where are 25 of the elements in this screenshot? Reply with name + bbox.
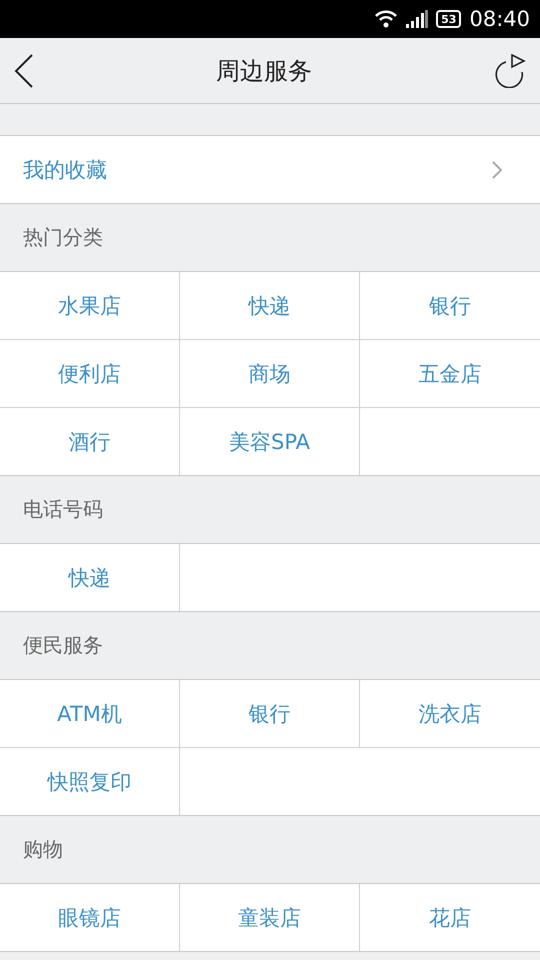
- signal-icon: [406, 10, 428, 28]
- category-item[interactable]: 快递: [180, 272, 360, 340]
- category-item[interactable]: 商场: [180, 340, 360, 408]
- category-item[interactable]: 快照复印: [0, 748, 180, 815]
- refresh-icon[interactable]: [494, 54, 526, 88]
- page-title: 周边服务: [216, 56, 312, 86]
- back-icon[interactable]: [14, 54, 34, 88]
- category-item[interactable]: 酒行: [0, 408, 180, 475]
- category-item[interactable]: 洗衣店: [360, 680, 540, 748]
- category-item[interactable]: ATM机: [0, 680, 180, 748]
- clock-time: 08:40: [469, 7, 530, 31]
- battery-icon: 53: [436, 10, 462, 28]
- category-item[interactable]: 银行: [180, 680, 360, 748]
- chevron-icon: [492, 160, 502, 178]
- category-item[interactable]: 花店: [360, 884, 540, 951]
- category-item[interactable]: 便利店: [0, 340, 180, 408]
- category-item[interactable]: 五金店: [360, 340, 540, 408]
- wifi-icon: [374, 10, 398, 28]
- category-item[interactable]: 童装店: [180, 884, 360, 951]
- favorites-row[interactable]: 我的收藏: [0, 136, 540, 204]
- favorites-label: 我的收藏: [23, 156, 107, 184]
- category-item[interactable]: 美容SPA: [180, 408, 360, 475]
- category-item[interactable]: 眼镜店: [0, 884, 180, 951]
- category-item[interactable]: 银行: [360, 272, 540, 340]
- category-item[interactable]: 水果店: [0, 272, 180, 340]
